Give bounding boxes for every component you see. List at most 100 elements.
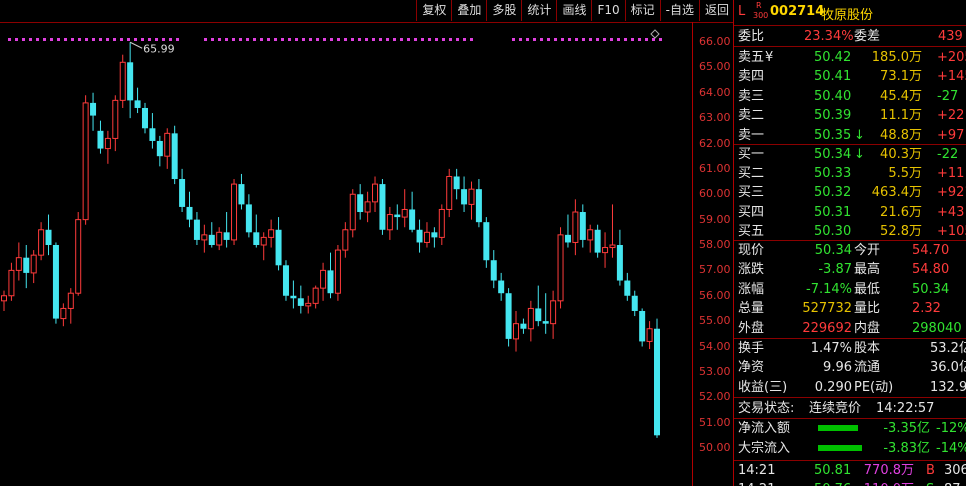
toolbar-button[interactable]: 统计 [521,0,556,21]
flow-bar [818,444,862,451]
toolbar-button[interactable]: 标记 [624,0,660,21]
marker-dot [260,38,263,41]
sell-change: +22 [937,108,965,124]
stat-value: 527732 [802,301,852,317]
marker-dot [148,38,151,41]
marker-dot [155,38,158,41]
candle-up [312,287,319,304]
y-tick-label: 51.00 [699,415,731,429]
candle-down [409,209,416,230]
fund-label: 换手 [738,341,765,356]
candle-down [245,204,252,233]
marker-dot [470,38,473,41]
marker-dot [204,38,207,41]
fund-value: 53.2亿 [930,341,966,356]
flow-row: 净流入额 -3.35亿 -12% [734,419,966,438]
sell-label: 卖三 [738,88,765,104]
candle-down [23,257,30,273]
candle-up [268,229,275,238]
buy-row[interactable]: 买五 50.30 52.8万 +105 [734,222,966,241]
marker-dot [85,38,88,41]
marker-dot [337,38,340,41]
tick-count: 87 [944,480,961,486]
quote-panel: L R 300 002714 牧原股份 委比 23.34% 委差 439 卖五 ¥… [734,0,966,486]
marker-dot [463,38,466,41]
sell-label: 卖二 [738,108,765,124]
toolbar-button[interactable]: -自选 [659,0,699,21]
fund-label: PE(动) [854,379,894,395]
marker-dot [8,38,11,41]
stat-row: 总量 527732 量比 2.32 [734,299,966,318]
buy-row[interactable]: 买二 50.33 5.5万 +11 [734,164,966,183]
market-badge-r: R [756,1,762,10]
marker-dot [43,38,46,41]
marker-dot [547,38,550,41]
marker-dot [624,38,627,41]
marker-dot [575,38,578,41]
y-tick-label: 56.00 [699,288,731,302]
toolbar-button[interactable]: 叠加 [451,0,486,21]
candle-down [654,328,660,436]
buy-row[interactable]: 买三 50.32 463.4万 +921 [734,183,966,202]
candle-down [290,295,297,299]
marker-dot [617,38,620,41]
buy-row[interactable]: 买四 50.31 21.6万 +43 [734,203,966,222]
buy-label: 买一 [738,147,765,162]
tick-row: 14:21 50.81 770.8万 B 306 [734,461,966,480]
candle-down [149,128,156,141]
buy-row[interactable]: 买一 ↓ 50.34 40.3万 -22 [734,145,966,164]
candle-up [67,292,74,309]
y-tick-label: 65.00 [699,60,731,74]
market-badge-num: 300 [753,11,769,20]
toolbar-button[interactable]: F10 [591,0,624,21]
buy-change: +921 [937,185,966,201]
candle-down [461,189,468,205]
y-tick-label: 54.00 [699,339,731,353]
candle-down [579,212,586,240]
trade-status-label: 交易状态: [738,401,795,416]
buy-price: 50.32 [814,185,852,201]
sell-label: 卖五 [738,50,765,65]
sell-row[interactable]: 卖一 ↓ 50.35 48.8万 +97 [734,126,966,145]
marker-dot [246,38,249,41]
buy-volume: 52.8万 [880,223,922,239]
candle-down [357,194,364,213]
marker-dot [400,38,403,41]
y-tick-label: 55.00 [699,314,731,328]
candle-up [513,323,520,340]
fund-row: 换手 1.47% 股本 53.2亿 [734,339,966,358]
sell-row[interactable]: 卖二 50.39 11.1万 +22 [734,106,966,125]
marker-dot [652,38,655,41]
flow-pct: -12% [936,421,966,436]
candle-up [557,234,564,302]
marker-dot [365,38,368,41]
divider [734,397,966,398]
sell-row[interactable]: 卖四 50.41 73.1万 +145 [734,67,966,86]
sell-volume: 11.1万 [880,108,922,124]
stock-code: 002714 [770,4,825,19]
candle-up [646,328,653,342]
sell-row[interactable]: 卖五¥50.42 185.0万 +205 [734,48,966,67]
kline-chart[interactable]: 65.99 [0,22,692,486]
marker-dot [232,38,235,41]
diamond-icon[interactable] [650,29,660,39]
tick-volume: 770.8万 [863,463,914,478]
marker-dot [386,38,389,41]
stock-title: L R 300 002714 牧原股份 [734,0,966,24]
marker-dot [421,38,424,41]
candle-down [223,232,230,240]
toolbar-button[interactable]: 返回 [698,0,734,21]
toolbar-button[interactable]: 画线 [556,0,591,21]
candle-down [90,102,97,116]
marker-dot [589,38,592,41]
candle-down [253,232,260,245]
candle-down [327,270,334,294]
candle-down [594,229,601,253]
fund-label: 流通 [854,360,881,376]
toolbar-button[interactable]: 多股 [486,0,521,21]
marker-dot [407,38,410,41]
sell-row[interactable]: 卖三 50.40 45.4万 -27 [734,87,966,106]
marker-dot [512,38,515,41]
candle-up [342,229,349,251]
toolbar-button[interactable]: 复权 [416,0,451,21]
